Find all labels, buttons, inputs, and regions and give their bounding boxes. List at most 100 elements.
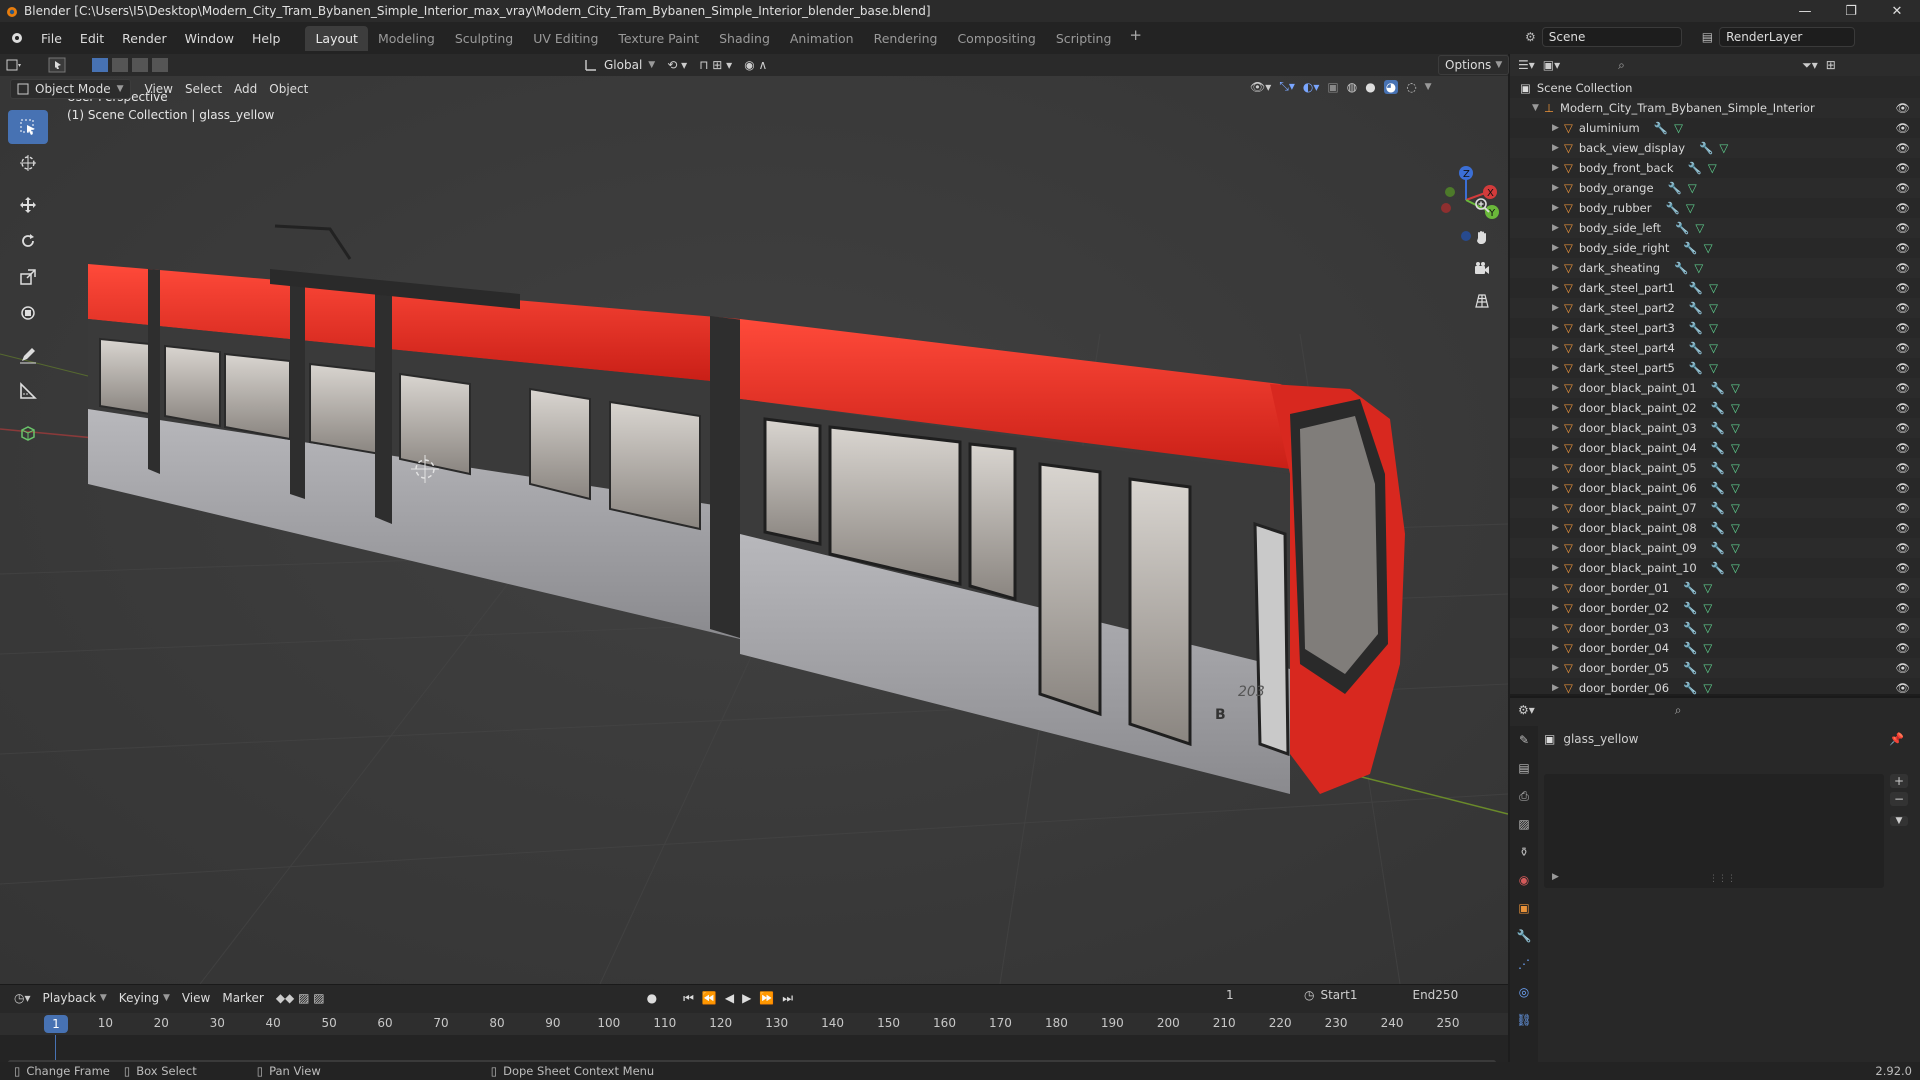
eye-icon[interactable]: 👁 (1895, 501, 1910, 515)
visibility-eye-icon[interactable]: 👁▾ (1250, 80, 1271, 94)
new-collection-icon[interactable]: ⊞ (1826, 58, 1836, 72)
outliner-row-collection[interactable]: ▼ ⊥ Modern_City_Tram_Bybanen_Simple_Interi… (1510, 98, 1920, 118)
end-frame-field[interactable]: End250 (1412, 988, 1498, 1002)
eye-icon[interactable]: 👁 (1895, 101, 1910, 115)
expand-arrow-icon[interactable]: ▶ (1552, 383, 1564, 393)
eye-icon[interactable]: 👁 (1895, 341, 1910, 355)
add-workspace-icon[interactable]: + (1121, 26, 1150, 51)
expand-arrow-icon[interactable]: ▶ (1552, 343, 1564, 353)
outliner-row-object[interactable]: ▶ ▽ door_border_06 🔧 ▽ 👁 (1510, 678, 1920, 698)
tab-sculpting[interactable]: Sculpting (445, 26, 523, 51)
material-shading-icon[interactable]: ◕ (1383, 79, 1399, 94)
eye-icon[interactable]: 👁 (1895, 661, 1910, 675)
mesh-data-icon[interactable]: ▽ (1731, 381, 1740, 395)
render-tab-icon[interactable]: ▤ (1510, 754, 1538, 782)
outliner-row-object[interactable]: ▶ ▽ body_rubber 🔧 ▽ 👁 (1510, 198, 1920, 218)
jump-end-icon[interactable]: ⏭ (782, 991, 793, 1006)
expand-arrow-icon[interactable]: ▶ (1552, 183, 1564, 193)
outliner-row-object[interactable]: ▶ ▽ dark_steel_part5 🔧 ▽ 👁 (1510, 358, 1920, 378)
tab-uv-editing[interactable]: UV Editing (523, 26, 608, 51)
close-icon[interactable]: ✕ (1874, 0, 1920, 22)
modifier-tab-icon[interactable]: 🔧 (1510, 922, 1538, 950)
timeline-editor-type-icon[interactable]: ◷▾ (8, 988, 37, 1008)
eye-icon[interactable]: 👁 (1895, 681, 1910, 695)
mesh-data-icon[interactable]: ▽ (1731, 421, 1740, 435)
expand-arrow-icon[interactable]: ▶ (1552, 563, 1564, 573)
outliner-row-object[interactable]: ▶ ▽ door_black_paint_06 🔧 ▽ 👁 (1510, 478, 1920, 498)
outliner-row-object[interactable]: ▶ ▽ door_border_03 🔧 ▽ 👁 (1510, 618, 1920, 638)
add-slot-icon[interactable]: + (1890, 774, 1908, 788)
eye-icon[interactable]: 👁 (1895, 161, 1910, 175)
wrench-icon[interactable]: 🔧 (1711, 461, 1725, 475)
expand-arrow-icon[interactable]: ▶ (1552, 423, 1564, 433)
expand-arrow-icon[interactable]: ▶ (1552, 203, 1564, 213)
eye-icon[interactable]: 👁 (1895, 201, 1910, 215)
wrench-icon[interactable]: 🔧 (1711, 381, 1725, 395)
snap-icon[interactable]: ⊓ ⊞ ▾ (693, 55, 738, 75)
mesh-data-icon[interactable]: ▽ (1686, 201, 1695, 215)
eye-icon[interactable]: 👁 (1895, 461, 1910, 475)
scale-tool-icon[interactable] (8, 260, 48, 294)
eye-icon[interactable]: 👁 (1895, 621, 1910, 635)
measure-tool-icon[interactable] (8, 374, 48, 408)
frame-ruler[interactable]: 1102030405060708090100110120130140150160… (0, 1013, 1508, 1035)
transform-orientation-dropdown[interactable]: Global ▼ (578, 55, 661, 75)
outliner-row-object[interactable]: ▶ ▽ dark_steel_part1 🔧 ▽ 👁 (1510, 278, 1920, 298)
expand-arrow-icon[interactable]: ▶ (1552, 123, 1564, 133)
eye-icon[interactable]: 👁 (1895, 381, 1910, 395)
mesh-data-icon[interactable]: ▽ (1704, 241, 1713, 255)
tab-compositing[interactable]: Compositing (947, 26, 1045, 51)
chevron-down-icon[interactable]: ▼ (1425, 82, 1432, 92)
mesh-data-icon[interactable]: ▽ (1688, 181, 1697, 195)
wrench-icon[interactable]: 🔧 (1688, 161, 1702, 175)
expand-arrow-icon[interactable]: ▶ (1552, 363, 1564, 373)
eye-icon[interactable]: 👁 (1895, 361, 1910, 375)
wrench-icon[interactable]: 🔧 (1711, 541, 1725, 555)
expand-arrow-icon[interactable]: ▶ (1552, 503, 1564, 513)
wrench-icon[interactable]: 🔧 (1683, 661, 1697, 675)
start-frame-field[interactable]: Start1 (1320, 988, 1406, 1002)
pivot-point-icon[interactable]: ⟲ ▾ (661, 55, 693, 75)
play-icon[interactable]: ▶ (742, 991, 751, 1005)
mesh-data-icon[interactable]: ▽ (1674, 121, 1683, 135)
wrench-icon[interactable]: 🔧 (1711, 521, 1725, 535)
outliner-row-object[interactable]: ▶ ▽ back_view_display 🔧 ▽ 👁 (1510, 138, 1920, 158)
expand-arrow-icon[interactable]: ▶ (1552, 683, 1564, 693)
view-layer-icon[interactable]: ▤ (1702, 30, 1713, 44)
material-slot-list[interactable]: ▶ ⋮⋮⋮ (1544, 774, 1884, 888)
outliner-row-object[interactable]: ▶ ▽ door_border_01 🔧 ▽ 👁 (1510, 578, 1920, 598)
viewport-menu-select[interactable]: Select (179, 79, 228, 99)
tab-scripting[interactable]: Scripting (1046, 26, 1122, 51)
editor-type-icon[interactable] (0, 55, 28, 75)
annotate-tool-icon[interactable] (8, 338, 48, 372)
slot-menu-icon[interactable]: ▼ (1890, 816, 1908, 826)
constraints-tab-icon[interactable]: ⛓ (1510, 1006, 1538, 1034)
eye-icon[interactable]: 👁 (1895, 441, 1910, 455)
eye-icon[interactable]: 👁 (1895, 601, 1910, 615)
mesh-data-icon[interactable]: ▽ (1731, 481, 1740, 495)
world-tab-icon[interactable]: ◉ (1510, 866, 1538, 894)
mesh-data-icon[interactable]: ▽ (1731, 461, 1740, 475)
wrench-icon[interactable]: 🔧 (1711, 441, 1725, 455)
wrench-icon[interactable]: 🔧 (1711, 401, 1725, 415)
scene-icon[interactable]: ⚙ (1525, 30, 1536, 44)
expand-arrow-icon[interactable]: ▼ (1532, 103, 1544, 113)
add-cube-tool-icon[interactable] (8, 416, 48, 450)
mesh-data-icon[interactable]: ▽ (1709, 321, 1718, 335)
remove-slot-icon[interactable]: − (1890, 792, 1908, 806)
proportional-edit-icon[interactable]: ◉ ∧ (738, 55, 773, 75)
mesh-data-icon[interactable]: ▽ (1703, 601, 1712, 615)
outliner-row-object[interactable]: ▶ ▽ body_side_left 🔧 ▽ 👁 (1510, 218, 1920, 238)
prev-keyframe-icon[interactable]: ⏪ (702, 991, 717, 1005)
wrench-icon[interactable]: 🔧 (1683, 681, 1697, 695)
output-tab-icon[interactable]: ⎙ (1510, 782, 1538, 810)
outliner-row-object[interactable]: ▶ ▽ door_black_paint_03 🔧 ▽ 👁 (1510, 418, 1920, 438)
menu-file[interactable]: File (32, 31, 71, 46)
mesh-data-icon[interactable]: ▽ (1709, 341, 1718, 355)
mesh-data-icon[interactable]: ▽ (1703, 581, 1712, 595)
timeline-menu-marker[interactable]: Marker (216, 988, 269, 1008)
eye-icon[interactable]: 👁 (1895, 281, 1910, 295)
tab-texture-paint[interactable]: Texture Paint (608, 26, 709, 51)
move-tool-icon[interactable] (8, 188, 48, 222)
outliner-row-object[interactable]: ▶ ▽ door_border_02 🔧 ▽ 👁 (1510, 598, 1920, 618)
